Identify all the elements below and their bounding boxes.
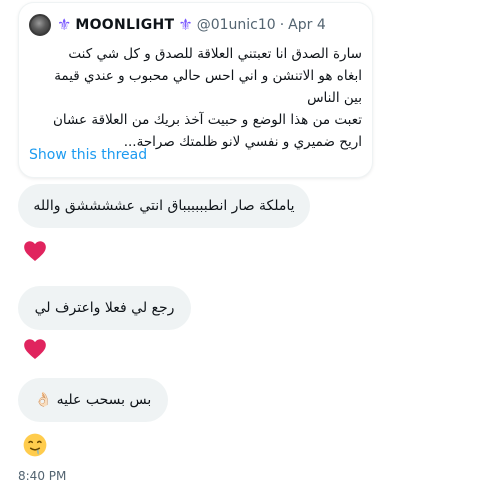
- fleur-de-lis-icon: ⚜: [57, 15, 72, 34]
- message-bubble[interactable]: بس بسحب عليه 👌🏻: [18, 378, 168, 422]
- drooling-face-icon[interactable]: [22, 432, 48, 458]
- avatar[interactable]: [29, 14, 51, 36]
- fleur-de-lis-icon: ⚜: [178, 15, 193, 34]
- quoted-tweet-card[interactable]: ⚜ MOONLIGHT ⚜ @01unic10 · Apr 4 سارة الص…: [18, 2, 373, 178]
- quoted-tweet-line: بين الناس: [307, 90, 362, 106]
- red-heart-icon[interactable]: [22, 336, 48, 362]
- display-name[interactable]: MOONLIGHT: [75, 17, 174, 33]
- quoted-tweet-line: ابغاه هو الاتنشن و اني احس حالي محبوب و …: [54, 68, 362, 84]
- quoted-tweet-line: تعبت من هذا الوضع و حبيت آخذ بريك من الع…: [52, 112, 362, 128]
- quoted-tweet-line: سارة الصدق انا تعبتني العلاقة للصدق و كل…: [68, 46, 362, 62]
- separator-dot: ·: [279, 17, 285, 33]
- user-handle[interactable]: @01unic10: [197, 17, 276, 33]
- show-thread-link[interactable]: Show this thread: [29, 147, 147, 163]
- quoted-tweet-header: ⚜ MOONLIGHT ⚜ @01unic10 · Apr 4: [29, 13, 326, 37]
- message-timestamp: 8:40 PM: [18, 469, 67, 483]
- message-bubble[interactable]: رجع لي فعلا واعترف لي: [18, 286, 191, 330]
- quoted-tweet-text: سارة الصدق انا تعبتني العلاقة للصدق و كل…: [27, 43, 362, 153]
- tweet-date[interactable]: Apr 4: [288, 17, 326, 33]
- red-heart-icon[interactable]: [22, 238, 48, 264]
- message-bubble[interactable]: ياملكة صار انطبببببباق انتي عششششق والله: [18, 184, 310, 228]
